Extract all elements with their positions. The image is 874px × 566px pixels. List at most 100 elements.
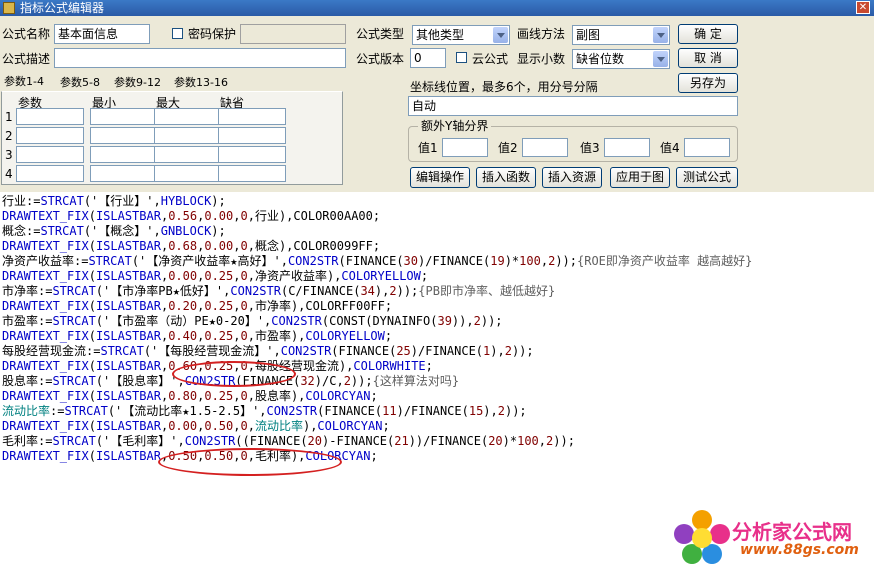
code-token: )/FINANCE( — [410, 344, 484, 358]
code-token: 100 — [519, 254, 541, 268]
insert-resource-button[interactable]: 插入资源 — [542, 167, 602, 188]
y-value-2-input[interactable] — [522, 138, 568, 157]
save-as-button[interactable]: 另存为 — [678, 73, 738, 93]
password-checkbox[interactable] — [172, 28, 183, 39]
code-token: HYBLOCK — [160, 194, 212, 208]
code-token: ISLASTBAR — [95, 359, 161, 373]
insert-function-button[interactable]: 插入函数 — [476, 167, 536, 188]
code-token: STRCAT — [52, 434, 96, 448]
tab-params-1-4[interactable]: 参数1-4 — [4, 74, 44, 90]
tab-params-13-16[interactable]: 参数13-16 — [174, 75, 228, 91]
code-token: ,概念), — [247, 239, 294, 253]
code-token: 25 — [396, 344, 411, 358]
cancel-button[interactable]: 取 消 — [678, 48, 738, 68]
param-cell-input[interactable] — [218, 127, 286, 144]
ok-button[interactable]: 确 定 — [678, 24, 738, 44]
code-token: 34 — [360, 284, 375, 298]
code-token: 行业:= — [2, 194, 41, 208]
draw-method-select[interactable]: 副图 — [572, 25, 670, 45]
param-cell-input[interactable] — [90, 108, 158, 125]
code-token: ,市净率), — [247, 299, 306, 313]
chevron-down-icon — [653, 27, 668, 43]
code-token: DRAWTEXT_FIX — [2, 269, 89, 283]
code-token: CON2STR — [271, 314, 322, 328]
code-token: DRAWTEXT_FIX — [2, 389, 89, 403]
tab-params-5-8[interactable]: 参数5-8 — [60, 75, 100, 91]
param-cell-input[interactable] — [218, 146, 286, 163]
y-value-4-input[interactable] — [684, 138, 730, 157]
draw-method-label: 画线方法 — [517, 27, 566, 41]
title-bar: 指标公式编辑器 ✕ — [0, 0, 874, 16]
param-cell-input[interactable] — [90, 127, 158, 144]
edit-ops-button[interactable]: 编辑操作 — [410, 167, 470, 188]
code-token: 20 — [488, 434, 503, 448]
code-token: STRCAT — [52, 284, 96, 298]
tab-params-9-12[interactable]: 参数9-12 — [114, 75, 161, 91]
param-cell-input[interactable] — [16, 146, 84, 163]
param-cell-input[interactable] — [16, 127, 84, 144]
code-token: )); — [553, 434, 575, 448]
name-label: 公式名称 — [2, 27, 51, 41]
description-input[interactable] — [54, 48, 346, 68]
chevron-down-icon — [493, 27, 508, 43]
code-token: ); — [211, 224, 226, 238]
code-token: (FINANCE( — [338, 254, 404, 268]
y-value-3-input[interactable] — [604, 138, 650, 157]
code-token: STRCAT — [64, 404, 108, 418]
code-token: )/FINANCE( — [396, 404, 469, 418]
code-token: COLORYELLOW — [341, 269, 421, 283]
param-cell-input[interactable] — [16, 108, 84, 125]
code-token: ((FINANCE( — [235, 434, 308, 448]
code-token: 2 — [343, 374, 351, 388]
version-label: 公式版本 — [356, 52, 405, 66]
code-token: ISLASTBAR — [95, 299, 161, 313]
param-cell-input[interactable] — [154, 108, 222, 125]
code-token: ; — [370, 449, 378, 463]
param-cell-input[interactable] — [154, 146, 222, 163]
close-button[interactable]: ✕ — [856, 1, 870, 14]
code-token: 流动比率 — [254, 419, 303, 433]
code-token: 19 — [490, 254, 505, 268]
test-formula-button[interactable]: 测试公式 — [676, 167, 738, 188]
code-token: 流动比率 — [2, 404, 51, 418]
code-token: 0.20 — [168, 299, 198, 313]
cloud-checkbox[interactable] — [456, 52, 467, 63]
y-value-2-label: 值2 — [498, 141, 518, 155]
code-line: 每股经营现金流:=STRCAT('【每股经营现金流】',CON2STR(FINA… — [2, 344, 534, 359]
param-cell-input[interactable] — [218, 108, 286, 125]
version-input[interactable]: 0 — [410, 48, 446, 68]
code-line: 净资产收益率:=STRCAT('【净资产收益率★高好】',CON2STR(FIN… — [2, 254, 752, 269]
code-token: 21 — [394, 434, 409, 448]
code-token: ( — [88, 359, 96, 373]
description-label: 公式描述 — [2, 52, 51, 66]
chevron-down-icon — [653, 51, 668, 67]
param-row-number: 4 — [5, 167, 13, 181]
param-cell-input[interactable] — [16, 165, 84, 182]
type-label: 公式类型 — [356, 27, 405, 41]
code-line: DRAWTEXT_FIX(ISLASTBAR,0.56,0.00,0,行业),C… — [2, 209, 380, 224]
code-token: STRCAT — [100, 344, 144, 358]
param-cell-input[interactable] — [90, 146, 158, 163]
y-value-1-input[interactable] — [442, 138, 488, 157]
code-token: COLORCYAN — [317, 419, 383, 433]
code-token: 0.25 — [204, 389, 234, 403]
code-token: 0.25 — [204, 269, 234, 283]
decimals-select[interactable]: 缺省位数 — [572, 49, 670, 69]
code-token: 毛利率:= — [2, 434, 53, 448]
type-select[interactable]: 其他类型 — [412, 25, 510, 45]
param-cell-input[interactable] — [154, 127, 222, 144]
code-token: ,股息率), — [247, 389, 306, 403]
code-token: ('【概念】', — [83, 224, 161, 238]
param-cell-input[interactable] — [90, 165, 158, 182]
apply-to-chart-button[interactable]: 应用于图 — [610, 167, 670, 188]
code-token: ( — [88, 299, 96, 313]
name-input[interactable]: 基本面信息 — [54, 24, 150, 44]
coord-input[interactable]: 自动 — [408, 96, 738, 116]
param-cell-input[interactable] — [154, 165, 222, 182]
password-input[interactable] — [240, 24, 346, 44]
code-token: CON2STR — [280, 344, 332, 358]
code-token: ), — [374, 284, 390, 298]
cloud-label: 云公式 — [472, 52, 509, 66]
code-token: CON2STR — [287, 254, 339, 268]
param-cell-input[interactable] — [218, 165, 286, 182]
